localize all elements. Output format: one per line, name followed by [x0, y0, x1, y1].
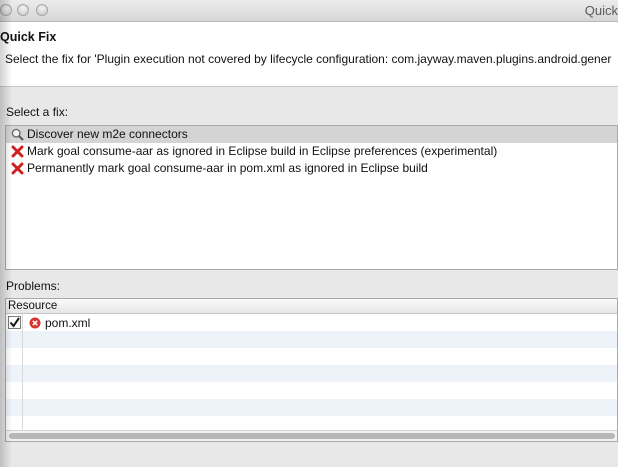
red-x-icon — [10, 162, 24, 176]
table-row — [6, 382, 617, 399]
check-cell — [6, 348, 23, 365]
table-row — [6, 348, 617, 365]
red-x-icon — [10, 145, 24, 159]
resource-column-header[interactable]: Resource — [6, 299, 617, 314]
window-titlebar: Quick — [0, 0, 618, 22]
fix-item-ignore-in-preferences[interactable]: Mark goal consume-aar as ignored in Ecli… — [6, 143, 617, 160]
scrollbar-thumb[interactable] — [9, 433, 615, 439]
problems-label: Problems: — [6, 279, 61, 293]
dialog-title: Quick Fix — [0, 30, 57, 44]
check-cell — [6, 314, 23, 331]
dialog-description: Select the fix for 'Plugin execution not… — [5, 52, 612, 66]
fix-list[interactable]: Discover new m2e connectors Mark goal co… — [5, 125, 618, 270]
close-window-button[interactable] — [0, 4, 12, 16]
dialog-header: Quick Fix Select the fix for 'Plugin exe… — [0, 22, 618, 87]
table-row — [6, 331, 617, 348]
horizontal-scrollbar[interactable] — [6, 430, 617, 441]
minimize-window-button[interactable] — [17, 4, 29, 16]
checkmark-icon — [9, 317, 20, 328]
check-cell — [6, 365, 23, 382]
magnifier-icon — [10, 128, 24, 142]
error-icon — [29, 317, 41, 329]
zoom-window-button[interactable] — [36, 4, 48, 16]
fix-item-ignore-in-pom[interactable]: Permanently mark goal consume-aar in pom… — [6, 160, 617, 177]
select-fix-label: Select a fix: — [6, 105, 69, 119]
check-cell — [6, 399, 23, 416]
table-row — [6, 365, 617, 382]
check-cell — [6, 331, 23, 348]
fix-item-label: Permanently mark goal consume-aar in pom… — [27, 161, 428, 175]
fix-item-label: Mark goal consume-aar as ignored in Ecli… — [27, 144, 498, 158]
resource-name: pom.xml — [45, 315, 91, 330]
fix-item-discover-connectors[interactable]: Discover new m2e connectors — [6, 126, 617, 143]
window-title: Quick — [584, 3, 618, 18]
check-cell — [6, 382, 23, 399]
fix-item-label: Discover new m2e connectors — [27, 127, 188, 141]
table-row[interactable]: pom.xml — [6, 314, 617, 331]
table-row — [6, 399, 617, 416]
problem-checkbox[interactable] — [7, 316, 21, 329]
problems-table[interactable]: Resource pom.xml — [5, 298, 618, 442]
